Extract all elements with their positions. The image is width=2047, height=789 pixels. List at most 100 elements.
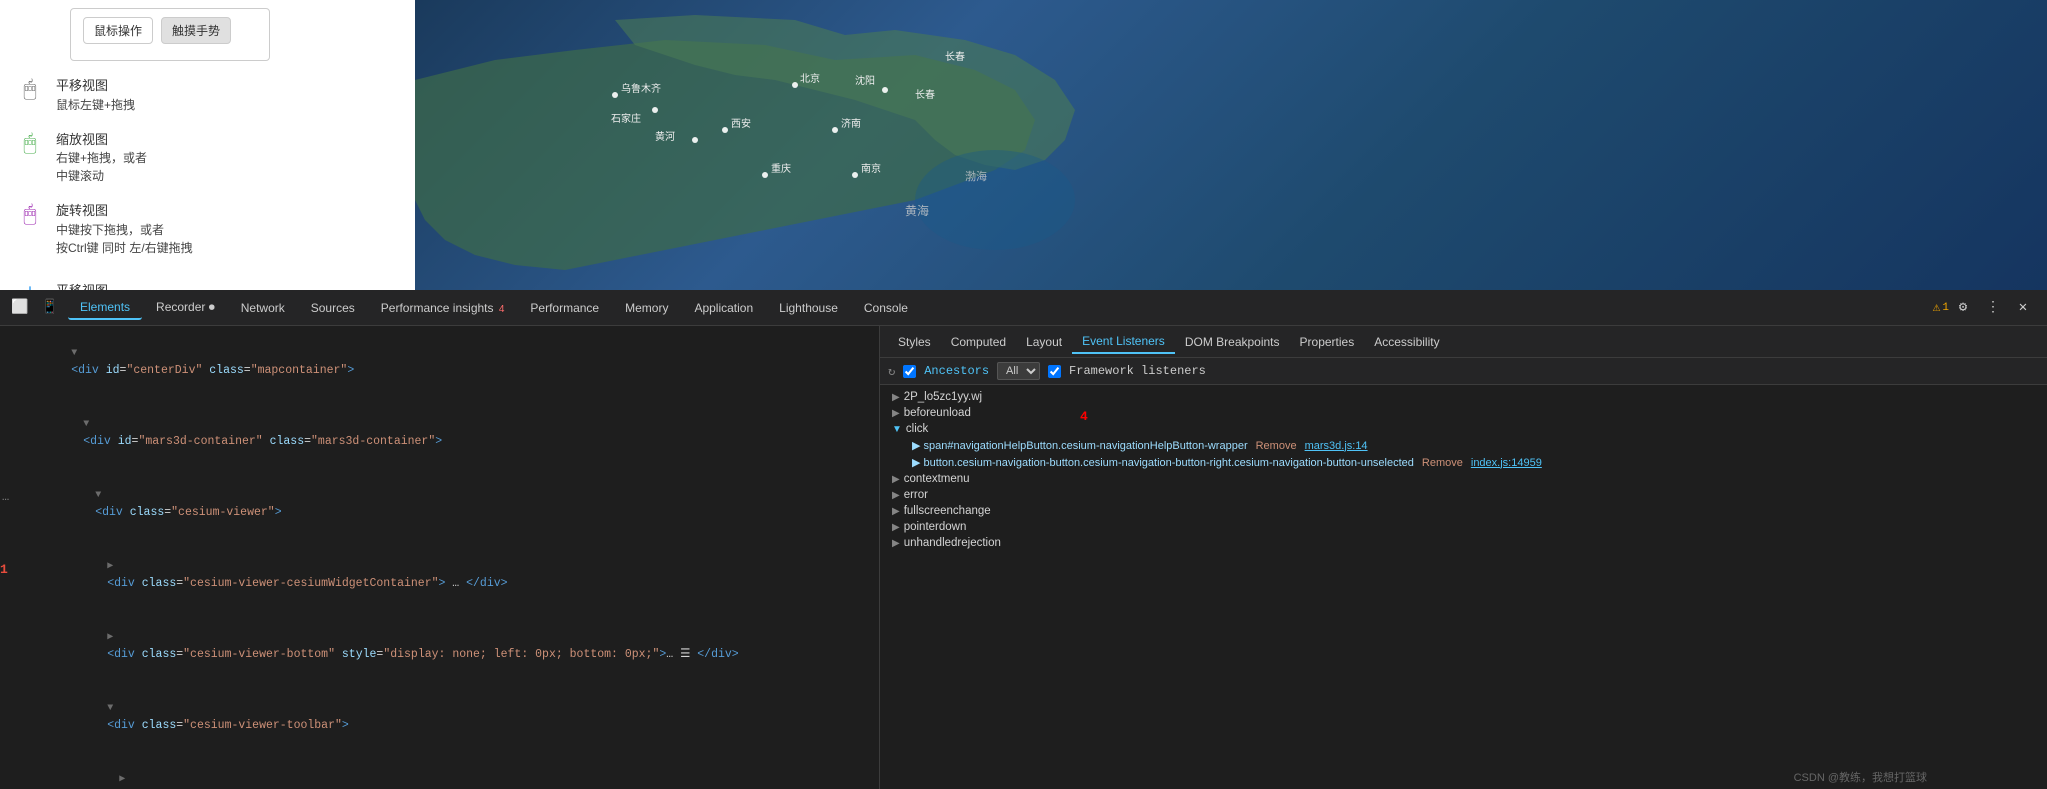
tab-lighthouse[interactable]: Lighthouse [767,297,850,319]
annotation-1: 1 [0,562,8,577]
svg-text:长春: 长春 [945,51,965,63]
dom-line[interactable]: ▶ <div class="cesium-viewer-bottom" styl… [0,610,879,681]
refresh-icon[interactable]: ↻ [888,364,895,379]
svg-text:石家庄: 石家庄 [611,112,641,125]
event-item-fullscreenchange[interactable]: ▶ fullscreenchange [880,503,2047,519]
event-name-unhandledrejection: unhandledrejection [904,537,1001,549]
styles-panel: Styles Computed Layout Event Listeners D… [880,326,2047,789]
tab-sources[interactable]: Sources [299,297,367,319]
pan-desc: 鼠标左键+拖拽 [56,96,135,114]
mouse-tab[interactable]: 鼠标操作 [83,17,153,44]
tab-performance-insights[interactable]: Performance insights 4 [369,297,517,319]
tab-application[interactable]: Application [682,297,765,319]
expand-dots[interactable]: … [2,490,9,504]
ancestors-checkbox[interactable] [903,365,916,378]
tab-elements[interactable]: Elements [68,296,142,320]
gesture-tooltip: 鼠标操作 触摸手势 [70,8,270,61]
device-toggle-icon[interactable]: 📱 [38,296,62,320]
pan-title: 平移视图 [56,76,135,96]
settings-icon[interactable]: ⚙ [1951,296,1975,320]
filter-bar: ↻ Ancestors All Framework listeners [880,358,2047,385]
event-subitem-click-1[interactable]: ▶ span#navigationHelpButton.cesium-navig… [880,437,2047,454]
rotate-desc: 中键按下拖拽，或者 [56,221,193,239]
event-selector-1: ▶ span#navigationHelpButton.cesium-navig… [912,439,1248,452]
tab-accessibility[interactable]: Accessibility [1364,331,1449,353]
ancestors-label: Ancestors [924,364,989,378]
elements-inspect-icon[interactable]: ⬜ [8,296,32,320]
event-name-pointerdown: pointerdown [904,521,967,533]
zoom-section: 🖱 缩放视图 右键+拖拽，或者 中键滚动 [0,122,415,194]
svg-text:西安: 西安 [731,117,751,130]
tab-console[interactable]: Console [852,297,920,319]
tab-event-listeners[interactable]: Event Listeners [1072,330,1175,354]
style-tabs-bar: Styles Computed Layout Event Listeners D… [880,326,2047,358]
tab-memory[interactable]: Memory [613,297,680,319]
event-item-contextmenu[interactable]: ▶ contextmenu [880,471,2047,487]
more-options-icon[interactable]: ⋮ [1981,296,2005,320]
dom-line[interactable]: ▼ <div class="cesium-viewer-toolbar"> [0,681,879,752]
tab-dom-breakpoints[interactable]: DOM Breakpoints [1175,331,1290,353]
event-item-beforeunload[interactable]: ▶ beforeunload [880,405,2047,421]
svg-text:济南: 济南 [841,117,861,130]
event-name-error: error [904,489,928,501]
tab-recorder[interactable]: Recorder ⏺ [144,296,227,319]
gesture-sidebar: 鼠标操作 触摸手势 2 🖱 平移视图 鼠标左键+拖拽 🖱 缩放视图 右键+拖拽，… [0,0,415,290]
svg-text:北京: 北京 [800,72,820,85]
dom-panel: 1 ▼ <div id="centerDiv" class="mapcontai… [0,326,880,789]
watermark: CSDN @教练，我想打篮球 [1794,769,1927,785]
tab-properties[interactable]: Properties [1290,331,1365,353]
close-devtools-icon[interactable]: ✕ [2011,296,2035,320]
perf-insight-badge: 4 [499,304,505,315]
dom-line[interactable]: ▼ <div id="mars3d-container" class="mars… [0,397,879,468]
ancestors-filter-select[interactable]: All [997,362,1040,380]
event-item-path[interactable]: ▶ 2P_lo5zc1yy.wj [880,389,2047,405]
mouse-icon-pan: 🖱 [16,76,44,102]
event-name-contextmenu: contextmenu [904,473,970,485]
event-name-path: 2P_lo5zc1yy.wj [904,391,982,403]
svg-text:南京: 南京 [861,162,881,175]
dom-line[interactable]: ▼ <div id="centerDiv" class="mapcontaine… [0,326,879,397]
file-link-2[interactable]: index.js:14959 [1471,457,1542,469]
touch-title: 平移视图 [56,281,108,291]
event-item-click[interactable]: ▼ click [880,421,2047,437]
touch-icon: + [16,281,44,291]
tab-computed[interactable]: Computed [941,331,1016,353]
file-link-1[interactable]: mars3d.js:14 [1305,440,1368,452]
dom-line[interactable]: ▼ <div class="cesium-viewer"> [0,468,879,539]
devtools-main: 1 ▼ <div id="centerDiv" class="mapcontai… [0,326,2047,789]
event-item-pointerdown[interactable]: ▶ pointerdown [880,519,2047,535]
map-view: 北京 西安 济南 乌鲁木齐 重庆 南京 黄海 渤海 黄河 石家庄 沈阳 长春 长… [415,0,2047,290]
tab-styles[interactable]: Styles [888,331,941,353]
svg-text:沈阳: 沈阳 [855,74,875,87]
pan-section: 🖱 平移视图 鼠标左键+拖拽 [0,68,415,122]
svg-text:长春: 长春 [915,89,935,101]
event-item-unhandledrejection[interactable]: ▶ unhandledrejection [880,535,2047,551]
zoom-desc2: 中键滚动 [56,167,147,185]
event-list: 4 ▶ 2P_lo5zc1yy.wj ▶ beforeunload ▼ clic… [880,385,2047,789]
dom-line[interactable]: ▶ <button type="button" class="cesium-bu… [0,752,879,789]
touch-section: + 平移视图 单指拖动 [0,273,415,291]
tab-performance[interactable]: Performance [518,297,611,319]
event-subitem-click-2[interactable]: ▶ button.cesium-navigation-button.cesium… [880,454,2047,471]
annotation-4: 4 [1080,409,1088,424]
event-name-fullscreenchange: fullscreenchange [904,505,991,517]
dom-line[interactable]: ▶ <div class="cesium-viewer-cesiumWidget… [0,539,879,610]
touch-tab[interactable]: 触摸手势 [161,17,231,44]
warning-icon: ⚠ [1933,300,1941,315]
devtools-tab-bar: ⬜ 📱 Elements Recorder ⏺ Network Sources … [0,290,2047,326]
tab-network[interactable]: Network [229,297,297,319]
event-item-error[interactable]: ▶ error [880,487,2047,503]
remove-link-2[interactable]: Remove [1422,457,1463,469]
svg-text:乌鲁木齐: 乌鲁木齐 [621,82,661,95]
svg-text:黄海: 黄海 [905,203,929,218]
event-selector-2: ▶ button.cesium-navigation-button.cesium… [912,456,1414,469]
event-name-click: click [906,423,928,435]
tab-layout[interactable]: Layout [1016,331,1072,353]
zoom-title: 缩放视图 [56,130,147,150]
rotate-title: 旋转视图 [56,201,193,221]
mouse-icon-rotate: 🖱 [16,201,44,227]
framework-listeners-checkbox[interactable] [1048,365,1061,378]
warning-count: 1 [1942,302,1949,314]
mouse-icon-zoom: 🖱 [16,130,44,156]
remove-link-1[interactable]: Remove [1256,440,1297,452]
